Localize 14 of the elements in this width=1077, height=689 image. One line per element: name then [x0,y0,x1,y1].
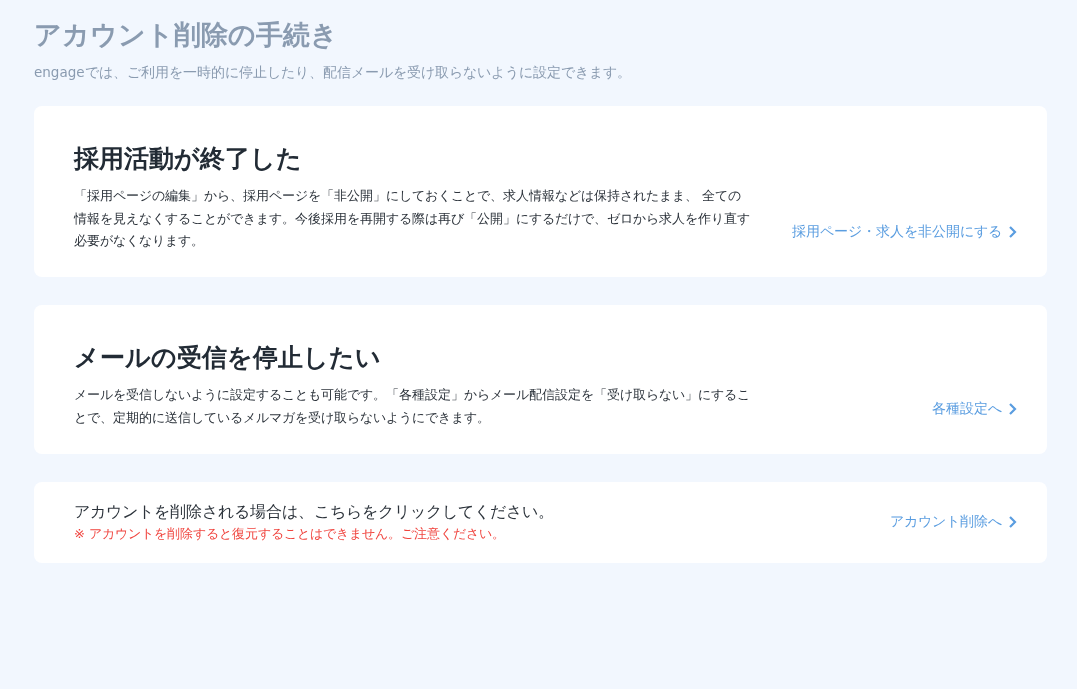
card-link[interactable]: 採用ページ・求人を非公開にする [792,223,1017,242]
delete-warning: ※ アカウントを削除すると復元することはできません。ご注意ください。 [74,524,507,543]
page-subtitle: engageでは、ご利用を一時的に停止したり、配信メールを受け取らないように設定できます。 [34,63,632,82]
chevron-right-icon [1008,402,1017,415]
chevron-right-icon [1008,516,1017,529]
card-description: メールを受信しないように設定することも可能です。「各種設定」からメール配信設定を「受け取らない」にすることで、定期的に送信しているメルマガを受け取らないようにできます。 [74,386,751,427]
chevron-right-icon [1008,226,1017,239]
card-description: 「採用ページの編集」から、採用ページを「非公開」にしておくことで、求人情報などは保持されたまま、 全ての情報を見えなくすることができます。今後採用を再開する際は再び「公開」にするだけで、ゼロから求人を作り直す必要がなくなります。 [74,186,751,251]
card-heading: 採用活動が終了した [74,142,303,175]
page-title: アカウント削除の手続き [34,18,339,52]
delete-account-text: アカウントを削除される場合は、こちらをクリックしてください。 [74,501,554,523]
delete-account-link[interactable]: アカウント削除へ [890,513,1017,532]
card-heading: メールの受信を停止したい [74,342,382,375]
card-link[interactable]: 各種設定へ [932,399,1017,418]
